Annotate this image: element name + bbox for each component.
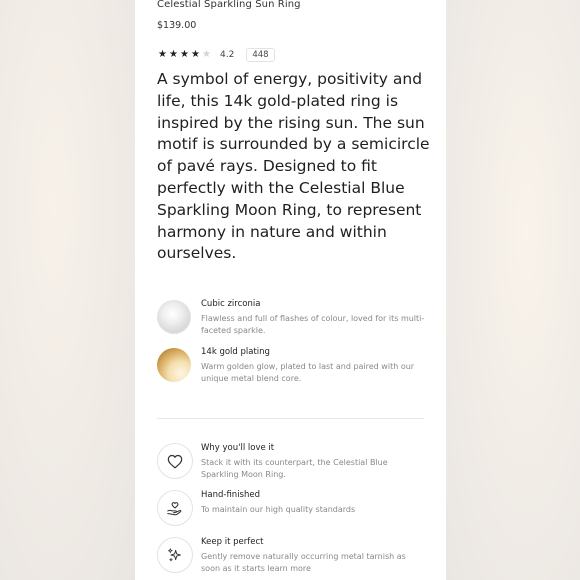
material-title: 14k gold plating [201,347,270,357]
feature-description: To maintain our high quality standards [201,505,356,514]
feature-title: Keep it perfect [201,537,264,547]
feature-description: Gently remove naturally occurring metal … [201,552,406,573]
sparkle-icon [157,537,193,573]
background-left [0,0,135,580]
rating-value: 4.2 [220,50,235,60]
product-title: Celestial Sparkling Sun Ring [157,0,301,10]
material-cubic-zirconia: Cubic zirconia Flawless and full of flas… [157,299,427,340]
feature-keep-it-perfect: Keep it perfect Gently remove naturally … [157,537,437,577]
gold-plating-swatch-icon [157,348,191,382]
star-icon-4: ★ [191,49,200,60]
rating-row[interactable]: ★ ★ ★ ★ ★ 4.2 448 [157,48,275,62]
background-right [446,0,580,580]
heart-icon [157,443,193,479]
star-icon-1: ★ [158,49,167,60]
section-divider [157,418,424,419]
star-rating: ★ ★ ★ ★ ★ [157,49,212,61]
feature-why-love-it: Why you'll love it Stack it with its cou… [157,443,437,483]
material-description: Warm golden glow, plated to last and pai… [201,362,415,383]
product-price: $139.00 [157,20,197,31]
star-icon-5: ★ [202,49,211,60]
material-title: Cubic zirconia [201,299,261,309]
feature-hand-finished: Hand-finished To maintain our high quali… [157,490,437,530]
feature-description: Stack it with its counterpart, the Celes… [201,458,388,479]
product-description: A symbol of energy, positivity and life,… [157,70,430,263]
feature-title: Why you'll love it [201,443,275,453]
material-description: Flawless and full of flashes of colour, … [201,314,425,335]
product-details-card: Celestial Sparkling Sun Ring $139.00 ★ ★… [135,0,446,580]
hand-heart-icon [157,490,193,526]
review-count-badge[interactable]: 448 [246,48,275,62]
material-gold-plating: 14k gold plating Warm golden glow, plate… [157,347,427,388]
feature-title: Hand-finished [201,490,260,500]
star-icon-2: ★ [169,49,178,60]
star-icon-3: ★ [180,49,189,60]
cubic-zirconia-swatch-icon [157,300,191,334]
